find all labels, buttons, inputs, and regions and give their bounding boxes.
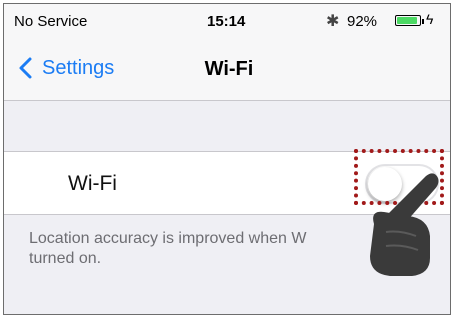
- battery-nub: [422, 19, 424, 24]
- battery-icon: [395, 15, 421, 26]
- clock: 15:14: [207, 13, 246, 30]
- bluetooth-icon: ✱: [326, 13, 340, 30]
- charging-icon: ϟ: [426, 11, 434, 27]
- page-title-text: Wi-Fi: [204, 58, 254, 80]
- wifi-label: Wi-Fi: [68, 172, 117, 195]
- page-title: Wi-Fi: [4, 58, 450, 81]
- carrier-label: No Service: [14, 13, 88, 30]
- status-bar: No Service 15:14 ✱ 92% ϟ: [4, 4, 450, 38]
- battery-percent: 92%: [347, 13, 378, 30]
- navigation-bar: No Service 15:14 ✱ 92% ϟ Settings Wi-Fi: [4, 4, 450, 101]
- phone-screen: No Service 15:14 ✱ 92% ϟ Settings Wi-Fi …: [3, 3, 451, 315]
- footer-note: Location accuracy is improved when W tur…: [29, 230, 307, 267]
- pointing-hand-icon: [370, 173, 439, 276]
- battery-fill: [397, 17, 418, 24]
